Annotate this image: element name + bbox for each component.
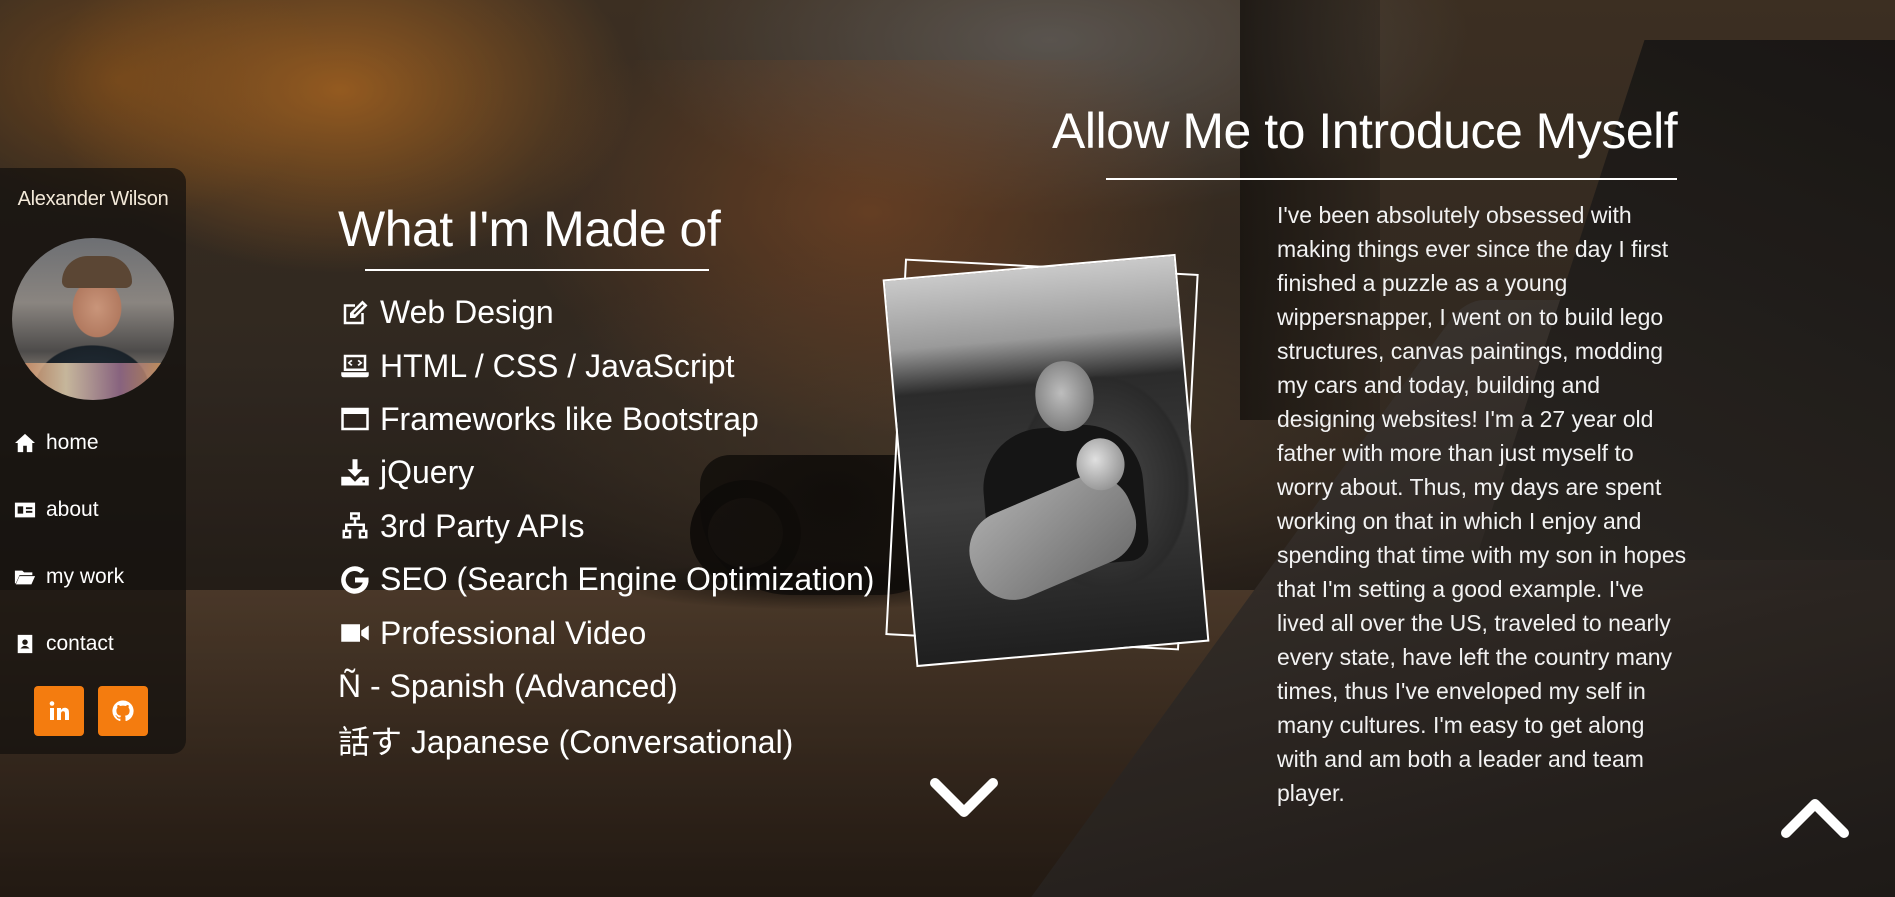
social-links	[34, 686, 148, 736]
skill-item: jQuery	[338, 446, 898, 499]
download-icon	[338, 457, 372, 489]
skill-label: Professional Video	[380, 614, 647, 651]
avatar	[12, 238, 174, 400]
chevron-down-icon	[930, 778, 998, 817]
nav-item-home[interactable]: home	[14, 428, 184, 458]
nav-item-label: my work	[46, 565, 125, 588]
skill-label: SEO (Search Engine Optimization)	[380, 561, 875, 598]
folder-open-icon	[14, 570, 36, 585]
github-button[interactable]	[98, 686, 148, 736]
edit-icon	[338, 297, 372, 329]
sidebar: Alexander Wilson home about my work cont…	[0, 168, 186, 754]
family-photo	[882, 253, 1210, 668]
nav-item-label: about	[46, 498, 99, 521]
skill-item: Professional Video	[338, 606, 898, 659]
nav-item-contact[interactable]: contact	[14, 629, 184, 659]
profile-name: Alexander Wilson	[17, 188, 169, 210]
nav-item-my-work[interactable]: my work	[14, 562, 184, 592]
nav-item-about[interactable]: about	[14, 495, 184, 525]
skill-item: Frameworks like Bootstrap	[338, 393, 898, 446]
linkedin-button[interactable]	[34, 686, 84, 736]
photo-man-head	[1032, 358, 1097, 434]
avatar-hair	[62, 256, 132, 288]
skill-item: Web Design	[338, 286, 898, 339]
skills-list: Web Design HTML / CSS / JavaScript Frame…	[338, 286, 898, 767]
window-icon	[338, 403, 372, 435]
linkedin-icon	[49, 701, 69, 720]
skills-heading-underline	[365, 269, 709, 271]
github-icon	[112, 700, 134, 722]
skill-item: Ñ - Spanish (Advanced)	[338, 660, 898, 713]
nav-item-label: contact	[46, 632, 114, 655]
video-icon	[338, 617, 372, 649]
id-card-icon	[14, 502, 36, 518]
address-book-icon	[17, 634, 33, 654]
home-icon	[15, 433, 35, 453]
laptop-code-icon	[338, 350, 372, 382]
skill-label: jQuery	[380, 454, 475, 491]
skill-label: Frameworks like Bootstrap	[380, 400, 759, 437]
about-heading-underline	[1106, 178, 1677, 180]
skill-item: 話す Japanese (Conversational)	[338, 713, 898, 766]
skill-item: HTML / CSS / JavaScript	[338, 339, 898, 392]
scroll-to-top-button[interactable]	[1781, 796, 1849, 840]
about-heading: Allow Me to Introduce Myself	[1052, 103, 1678, 159]
skills-heading: What I'm Made of	[338, 201, 721, 257]
avatar-table	[12, 363, 174, 400]
google-icon	[338, 564, 372, 596]
skill-label: Web Design	[380, 294, 554, 331]
skill-item: SEO (Search Engine Optimization)	[338, 553, 898, 606]
sidebar-nav: home about my work contact	[14, 428, 184, 696]
skill-label: HTML / CSS / JavaScript	[380, 347, 735, 384]
scroll-down-button[interactable]	[930, 776, 998, 820]
skill-label: 話す Japanese (Conversational)	[338, 723, 794, 760]
network-icon	[338, 510, 372, 542]
nav-item-label: home	[46, 431, 99, 454]
skill-label: 3rd Party APIs	[380, 507, 585, 544]
skill-item: 3rd Party APIs	[338, 500, 898, 553]
chevron-up-icon	[1781, 799, 1849, 838]
about-body: I've been absolutely obsessed with makin…	[1277, 202, 1687, 806]
skill-label: Ñ - Spanish (Advanced)	[338, 667, 678, 704]
